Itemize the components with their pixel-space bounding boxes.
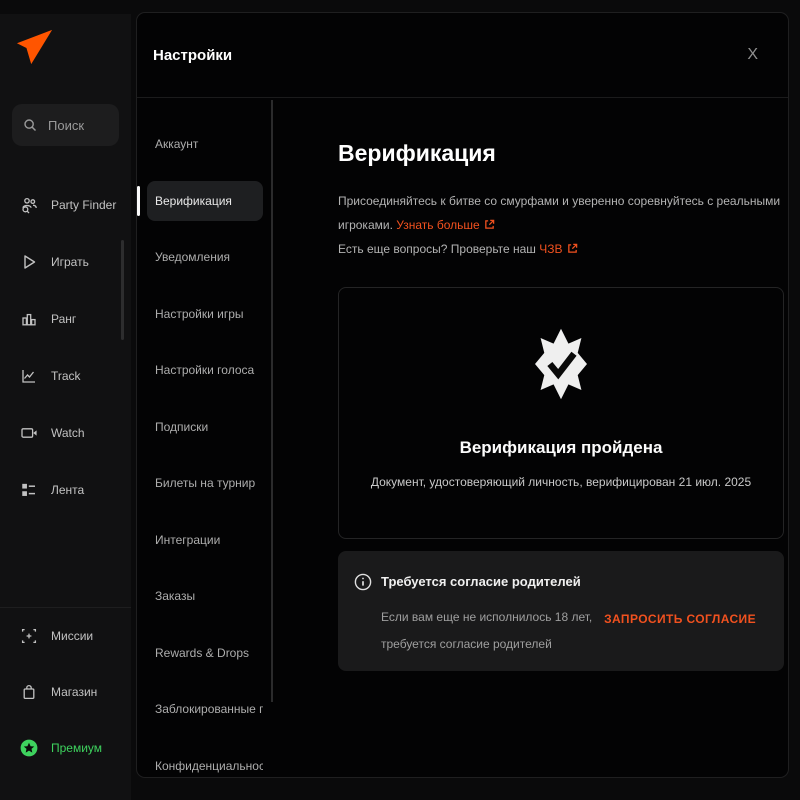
modal-header: Настройки X bbox=[137, 13, 788, 98]
track-icon bbox=[20, 367, 38, 385]
sidebar-item-label: Track bbox=[51, 369, 81, 383]
rank-icon bbox=[20, 310, 38, 328]
sidebar-item-play[interactable]: Играть bbox=[0, 233, 131, 290]
settings-modal: Настройки X Аккаунт Верификация Уведомле… bbox=[136, 12, 789, 778]
parental-consent-card: Требуется согласие родителей Если вам ещ… bbox=[338, 551, 784, 671]
settings-nav-item-orders[interactable]: Заказы bbox=[147, 568, 263, 625]
status-title: Верификация пройдена bbox=[460, 438, 663, 458]
settings-nav-item-blocked-profiles[interactable]: Заблокированные про... bbox=[147, 681, 263, 738]
settings-nav: Аккаунт Верификация Уведомления Настройк… bbox=[137, 98, 271, 778]
feed-icon bbox=[20, 481, 38, 499]
app-sidebar: Party Finder Играть Ранг bbox=[0, 14, 131, 800]
sidebar-item-feed[interactable]: Лента bbox=[0, 461, 131, 518]
faceit-logo-icon[interactable] bbox=[16, 28, 54, 66]
settings-nav-item-account[interactable]: Аккаунт bbox=[147, 116, 263, 173]
verification-content: Верификация Присоединяйтесь к битве со с… bbox=[273, 98, 789, 778]
search-icon bbox=[22, 117, 38, 133]
external-link-icon bbox=[484, 219, 495, 230]
missions-icon bbox=[20, 627, 38, 645]
modal-body: Аккаунт Верификация Уведомления Настройк… bbox=[137, 98, 788, 778]
sidebar-item-label: Миссии bbox=[51, 629, 93, 643]
modal-title: Настройки bbox=[153, 47, 232, 64]
settings-nav-item-rewards-drops[interactable]: Rewards & Drops bbox=[147, 625, 263, 682]
sidebar-bottom-nav: Миссии Магазин Премиум bbox=[0, 607, 131, 776]
faq-paragraph: Есть еще вопросы? Проверьте наш ЧЗВ bbox=[338, 237, 784, 261]
shop-icon bbox=[20, 683, 38, 701]
sidebar-item-rank[interactable]: Ранг bbox=[0, 290, 131, 347]
sidebar-item-label: Ранг bbox=[51, 312, 76, 326]
search-input[interactable] bbox=[46, 117, 110, 134]
sidebar-item-label: Party Finder bbox=[51, 198, 116, 212]
play-icon bbox=[20, 253, 38, 271]
sidebar-item-shop[interactable]: Магазин bbox=[0, 664, 131, 720]
external-link-icon bbox=[567, 243, 578, 254]
faq-link[interactable]: ЧЗВ bbox=[539, 242, 562, 256]
watch-icon bbox=[20, 424, 38, 442]
sidebar-item-premium[interactable]: Премиум bbox=[0, 720, 131, 776]
learn-more-link[interactable]: Узнать больше bbox=[396, 218, 479, 232]
intro-paragraph: Присоединяйтесь к битве со смурфами и ув… bbox=[338, 189, 784, 237]
settings-nav-item-tournament-tickets[interactable]: Билеты на турнир bbox=[147, 455, 263, 512]
info-icon bbox=[354, 573, 372, 658]
page-title: Верификация bbox=[338, 140, 784, 167]
sidebar-scrollbar-thumb[interactable] bbox=[121, 240, 124, 340]
sidebar-item-label: Watch bbox=[51, 426, 85, 440]
sidebar-item-missions[interactable]: Миссии bbox=[0, 608, 131, 664]
request-consent-button[interactable]: ЗАПРОСИТЬ СОГЛАСИЕ bbox=[598, 611, 762, 627]
party-finder-icon bbox=[20, 196, 38, 214]
settings-nav-item-notifications[interactable]: Уведомления bbox=[147, 229, 263, 286]
settings-nav-item-voice-settings[interactable]: Настройки голоса bbox=[147, 342, 263, 399]
status-subtitle: Документ, удостоверяющий личность, вериф… bbox=[371, 475, 751, 489]
settings-nav-item-privacy[interactable]: Конфиденциальность bbox=[147, 738, 263, 779]
sidebar-item-track[interactable]: Track bbox=[0, 347, 131, 404]
sidebar-item-label: Премиум bbox=[51, 741, 102, 755]
settings-nav-item-subscriptions[interactable]: Подписки bbox=[147, 399, 263, 456]
app-root: Party Finder Играть Ранг bbox=[0, 0, 800, 800]
consent-title: Требуется согласие родителей bbox=[381, 573, 598, 591]
close-icon[interactable]: X bbox=[743, 42, 762, 68]
settings-nav-item-integrations[interactable]: Интеграции bbox=[147, 512, 263, 569]
sidebar-nav: Party Finder Играть Ранг bbox=[0, 176, 131, 518]
sidebar-search[interactable] bbox=[12, 104, 119, 146]
verified-badge-icon bbox=[535, 328, 587, 400]
settings-nav-item-verification[interactable]: Верификация bbox=[147, 173, 263, 230]
settings-nav-item-game-settings[interactable]: Настройки игры bbox=[147, 286, 263, 343]
sidebar-item-party-finder[interactable]: Party Finder bbox=[0, 176, 131, 233]
verification-status-card: Верификация пройдена Документ, удостовер… bbox=[338, 287, 784, 539]
sidebar-item-label: Магазин bbox=[51, 685, 97, 699]
sidebar-item-watch[interactable]: Watch bbox=[0, 404, 131, 461]
sidebar-item-label: Играть bbox=[51, 255, 89, 269]
consent-body: Если вам еще не исполнилось 18 лет, треб… bbox=[381, 604, 598, 658]
sidebar-item-label: Лента bbox=[51, 483, 84, 497]
premium-icon bbox=[20, 739, 38, 757]
